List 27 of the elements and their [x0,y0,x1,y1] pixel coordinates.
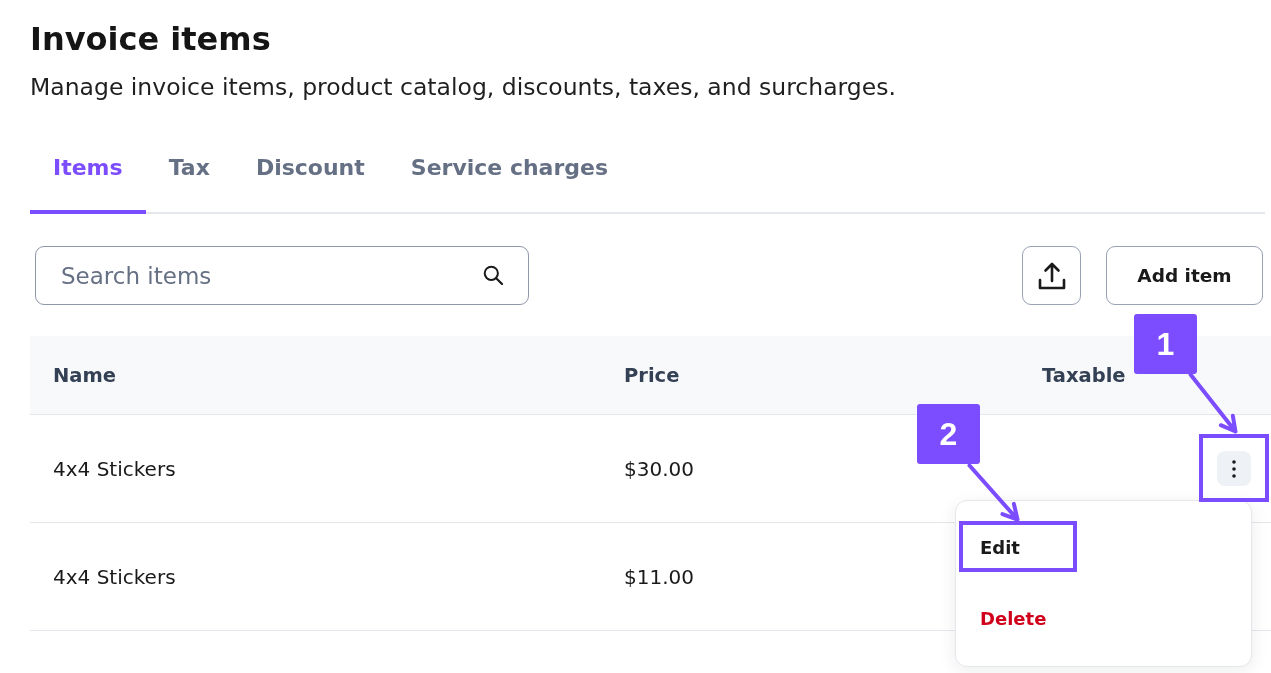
more-options-button[interactable] [1217,451,1251,486]
callout-arrow [966,462,1020,522]
column-header: Price [623,363,681,387]
tab[interactable]: Tax [145,126,233,214]
upload-icon [1036,260,1067,291]
column-header: Taxable [1041,363,1127,387]
callout-arrow [1187,371,1238,434]
table-cell-text: $11.00 [623,564,695,589]
search-icon [483,265,503,285]
tab[interactable]: Items [30,126,146,214]
upload-button[interactable] [1022,246,1081,305]
page-title: Invoice items [30,19,271,59]
table-cell-text: 4x4 Stickers [52,564,177,589]
menu-item[interactable]: Edit [960,522,1247,573]
table-cell-text: $30.00 [623,456,695,481]
column-header: Name [52,363,118,387]
highlight-frame [1199,434,1269,502]
tab[interactable]: Discount [232,126,388,214]
table-cell-text: 4x4 Stickers [52,456,177,481]
add-item-button[interactable]: Add item [1106,246,1263,305]
step-label: 2 [917,404,980,464]
vertical-dots-icon [1232,459,1236,478]
tab[interactable]: Service charges [387,126,632,214]
menu-item[interactable]: Delete [960,593,1247,644]
search-field[interactable]: Search items [35,246,529,305]
step-label: 1 [1134,314,1197,374]
page-subtitle: Manage invoice items, product catalog, discounts, taxes, and surcharges. [30,72,896,102]
